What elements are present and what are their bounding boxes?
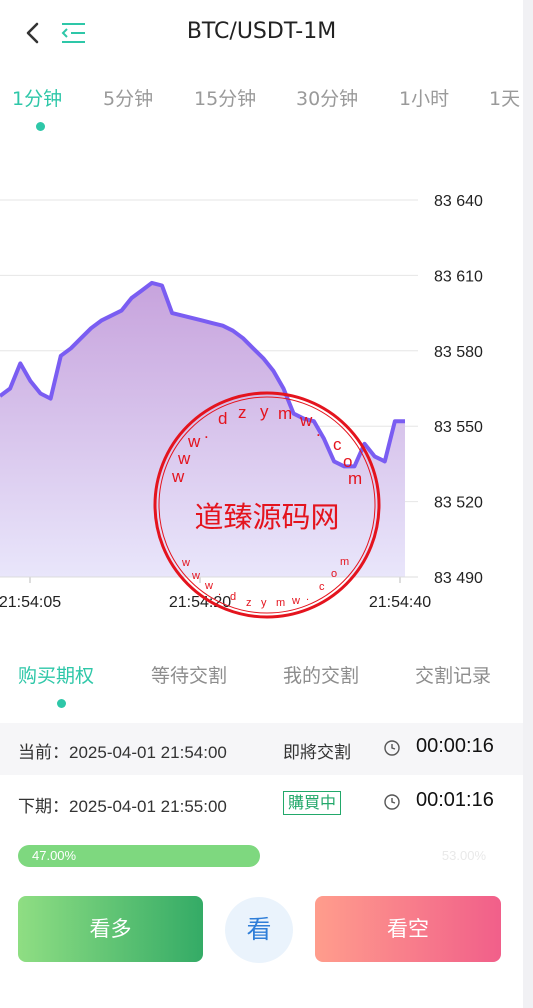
svg-text:w: w — [204, 580, 213, 592]
watermark-stamp: 道臻源码网 www .d z ymw .com www .dz ymw .com — [153, 391, 381, 619]
svg-text:z: z — [246, 597, 252, 609]
svg-text:w: w — [177, 449, 191, 468]
buy-long-button[interactable]: 看多 — [18, 896, 203, 962]
svg-text:m: m — [348, 469, 362, 488]
svg-text:c: c — [319, 581, 325, 593]
clock-icon — [384, 740, 400, 756]
active-order-tab-indicator — [57, 699, 66, 708]
tab-1-hour[interactable]: 1小时 — [399, 84, 449, 114]
svg-text:c: c — [333, 435, 342, 454]
current-countdown: 00:00:16 — [416, 735, 494, 757]
clock-icon — [384, 794, 400, 810]
next-period-text: 下期：2025-04-01 21:55:00 — [18, 797, 227, 816]
svg-text:.: . — [204, 423, 209, 442]
price-chart[interactable]: 83 640 83 610 83 580 83 550 83 520 83 490 21:… — [0, 140, 523, 630]
y-tick-label: 83 640 — [434, 193, 483, 210]
tab-30-minutes[interactable]: 30分钟 — [296, 84, 358, 114]
y-tick-label: 83 520 — [434, 495, 483, 512]
long-ratio-fill: 47.00% — [18, 845, 260, 867]
y-tick-label: 83 550 — [434, 419, 483, 436]
y-tick-label: 83 490 — [434, 570, 483, 587]
svg-text:y: y — [260, 402, 269, 421]
svg-text:w: w — [291, 595, 300, 607]
svg-text:.: . — [218, 586, 221, 598]
svg-text:m: m — [340, 556, 349, 568]
svg-text:.: . — [306, 591, 309, 603]
svg-text:m: m — [276, 597, 285, 609]
svg-text:.: . — [316, 421, 321, 440]
current-period-status: 即將交割 — [283, 743, 351, 763]
current-period-row: 当前：2025-04-01 21:54:00 即將交割 00:00:16 — [0, 723, 523, 775]
tab-buy-options[interactable]: 购买期权 — [18, 661, 94, 688]
svg-text:o: o — [331, 568, 337, 580]
svg-text:y: y — [261, 597, 267, 609]
long-short-ratio-bar: 47.00% 53.00% — [18, 845, 506, 867]
tab-1-minute[interactable]: 1分钟 — [12, 84, 62, 114]
next-countdown: 00:01:16 — [416, 789, 494, 811]
page-scrollbar[interactable] — [523, 0, 533, 1008]
tab-my-delivery[interactable]: 我的交割 — [283, 661, 359, 688]
header: BTC/USDT-1M — [0, 0, 523, 64]
svg-text:z: z — [238, 403, 247, 422]
svg-text:w: w — [191, 570, 200, 582]
tab-15-minutes[interactable]: 15分钟 — [194, 84, 256, 114]
short-percent: 53.00% — [441, 848, 486, 863]
svg-text:d: d — [218, 409, 227, 428]
svg-text:w: w — [299, 411, 313, 430]
timeframe-tabs: 1分钟 5分钟 15分钟 30分钟 1小时 1天 — [0, 84, 523, 134]
svg-text:m: m — [278, 404, 292, 423]
x-tick-label: 21:54:05 — [0, 594, 61, 611]
order-tabs: 购买期权 等待交割 我的交割 交割记录 — [0, 655, 523, 715]
tab-1-day[interactable]: 1天 — [489, 84, 520, 114]
svg-text:w: w — [171, 467, 185, 486]
active-tab-indicator — [36, 122, 45, 131]
status-badge: 購買中 — [283, 791, 342, 815]
watermark-text: 道臻源码网 — [194, 500, 339, 534]
tab-5-minutes[interactable]: 5分钟 — [103, 84, 153, 114]
tab-delivery-records[interactable]: 交割记录 — [415, 661, 491, 688]
next-period-row: 下期：2025-04-01 21:55:00 購買中 00:01:16 — [0, 777, 523, 829]
svg-text:w: w — [187, 432, 201, 451]
y-tick-label: 83 580 — [434, 344, 483, 361]
svg-text:d: d — [230, 591, 236, 603]
y-tick-label: 83 610 — [434, 268, 483, 285]
buy-short-button[interactable]: 看空 — [315, 896, 501, 962]
long-percent: 47.00% — [32, 848, 77, 863]
current-period-text: 当前：2025-04-01 21:54:00 — [18, 743, 227, 762]
tab-waiting-delivery[interactable]: 等待交割 — [151, 661, 227, 688]
watch-button[interactable]: 看 — [225, 897, 293, 963]
page-title: BTC/USDT-1M — [186, 19, 337, 44]
svg-text:w: w — [181, 557, 190, 569]
